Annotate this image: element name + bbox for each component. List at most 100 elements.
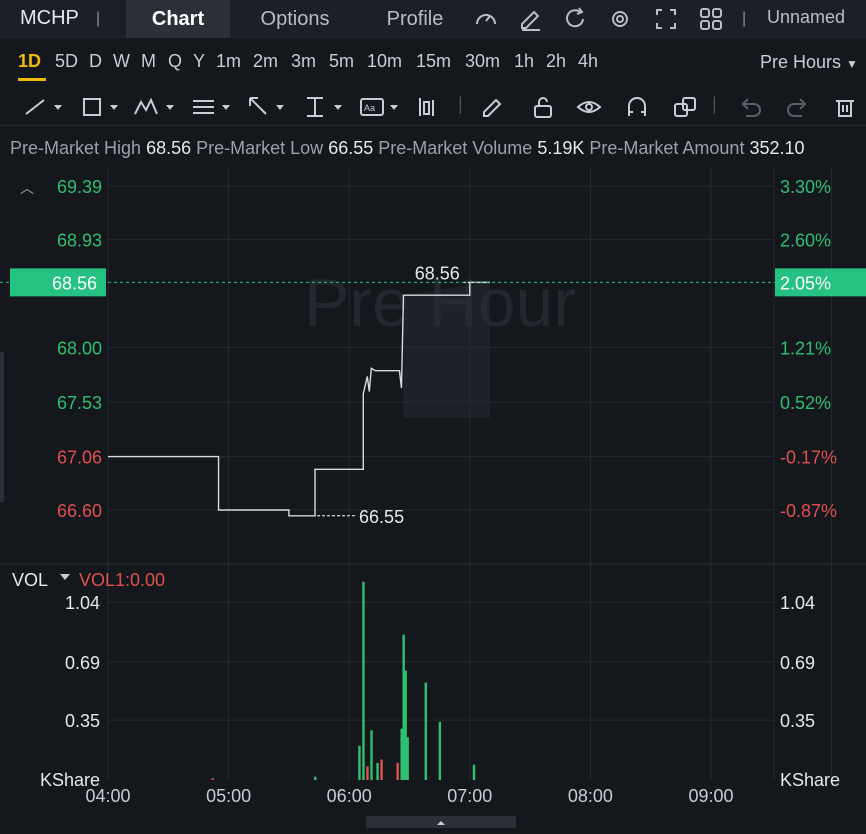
- tab-chart[interactable]: Chart: [126, 0, 230, 38]
- pre-market-amount-label: Pre-Market Amount: [589, 138, 745, 158]
- period-m[interactable]: M: [141, 51, 156, 72]
- high-marker-label: 68.56: [415, 263, 460, 283]
- time-tick-label: 09:00: [688, 786, 733, 806]
- volume-tick-label: 0.69: [65, 653, 100, 673]
- period-4h[interactable]: 4h: [578, 51, 598, 72]
- volume-bar: [472, 764, 476, 780]
- volume-bars: [211, 581, 476, 780]
- period-2h[interactable]: 2h: [546, 51, 566, 72]
- pattern-tool-icon[interactable]: [132, 94, 180, 120]
- volume-tick-label: 0.69: [780, 653, 815, 673]
- text-tool-icon[interactable]: Aa: [358, 94, 404, 120]
- eye-icon[interactable]: [576, 94, 602, 120]
- edit-icon[interactable]: [518, 6, 544, 32]
- tab-options[interactable]: Options: [240, 0, 350, 38]
- settings-icon[interactable]: [607, 6, 633, 32]
- divider: |: [96, 10, 101, 27]
- volume-bar: [376, 762, 379, 780]
- volume-bar: [358, 745, 361, 780]
- ticker-symbol[interactable]: MCHP: [20, 7, 79, 30]
- time-axis-labels: 04:00 05:00 06:00 07:00 08:00 09:00: [85, 786, 733, 806]
- period-5d[interactable]: 5D: [55, 51, 78, 72]
- period-w[interactable]: W: [113, 51, 130, 72]
- arrow-tool-icon[interactable]: [246, 94, 292, 120]
- divider: |: [742, 10, 747, 27]
- rectangle-tool-icon[interactable]: [80, 94, 124, 120]
- period-y[interactable]: Y: [193, 51, 205, 72]
- volume-tick-label: 0.35: [65, 711, 100, 731]
- redo-icon[interactable]: [784, 94, 810, 120]
- price-tick-label: 67.06: [57, 448, 102, 468]
- period-2m[interactable]: 2m: [253, 51, 278, 72]
- price-tick-label: 67.53: [57, 393, 102, 413]
- candlestick-tool-icon[interactable]: [414, 94, 440, 120]
- pre-market-summary: Pre-Market High 68.56 Pre-Market Low 66.…: [10, 138, 805, 159]
- tab-profile[interactable]: Profile: [370, 0, 460, 38]
- caret-down-icon: [60, 574, 70, 580]
- volume-bar: [370, 730, 373, 780]
- volume-legend-value: VOL1:0.00: [79, 570, 165, 590]
- period-1h[interactable]: 1h: [514, 51, 534, 72]
- last-price-badge-label: 68.56: [52, 273, 97, 293]
- price-tick-label: 68.93: [57, 230, 102, 250]
- price-tick-label: 68.00: [57, 338, 102, 358]
- volume-bar: [362, 581, 365, 780]
- time-tick-label: 06:00: [327, 786, 372, 806]
- period-1d[interactable]: 1D: [18, 51, 41, 72]
- pct-tick-label: -0.87%: [780, 501, 837, 521]
- volume-bar: [438, 721, 442, 780]
- pre-market-low-label: Pre-Market Low: [196, 138, 324, 158]
- volume-bar: [406, 737, 409, 780]
- panel-resize-handle[interactable]: [366, 816, 516, 828]
- volume-legend-name: VOL: [12, 570, 48, 590]
- layout-name[interactable]: Unnamed: [767, 7, 845, 28]
- svg-text:Aa: Aa: [364, 103, 375, 113]
- active-period-underline: [18, 78, 46, 81]
- refresh-icon[interactable]: [562, 6, 588, 32]
- price-area-fill: [403, 282, 490, 418]
- volume-tick-label: 0.35: [780, 711, 815, 731]
- period-d[interactable]: D: [89, 51, 102, 72]
- fullscreen-icon[interactable]: [653, 6, 679, 32]
- price-tick-label: 66.60: [57, 501, 102, 521]
- trend-line-tool-icon[interactable]: [22, 94, 66, 120]
- pre-market-high-label: Pre-Market High: [10, 138, 142, 158]
- fibonacci-tool-icon[interactable]: [190, 94, 236, 120]
- gauge-icon[interactable]: [473, 6, 499, 32]
- pct-tick-label: -0.17%: [780, 448, 837, 468]
- time-tick-label: 08:00: [568, 786, 613, 806]
- caret-down-icon: ▼: [846, 57, 858, 71]
- volume-bar: [424, 682, 427, 780]
- magnet-icon[interactable]: [624, 94, 650, 120]
- period-10m[interactable]: 10m: [367, 51, 402, 72]
- period-30m[interactable]: 30m: [465, 51, 500, 72]
- copy-icon[interactable]: [672, 94, 698, 120]
- volume-bar: [314, 776, 317, 780]
- undo-icon[interactable]: [738, 94, 764, 120]
- pct-tick-label: 2.60%: [780, 230, 831, 250]
- last-pct-badge-label: 2.05%: [780, 273, 831, 293]
- volume-bar: [380, 759, 383, 780]
- trash-icon[interactable]: [832, 94, 858, 120]
- pencil-icon[interactable]: [480, 94, 506, 120]
- drawing-toolbar: Aa | |: [0, 88, 866, 126]
- divider: |: [712, 94, 717, 114]
- session-select[interactable]: Pre Hours ▼: [760, 52, 858, 73]
- measure-tool-icon[interactable]: [302, 94, 348, 120]
- volume-grid: [108, 601, 774, 721]
- pre-market-volume-value: 5.19K: [537, 138, 585, 158]
- period-5m[interactable]: 5m: [329, 51, 354, 72]
- period-q[interactable]: Q: [168, 51, 182, 72]
- pct-tick-label: 0.52%: [780, 393, 831, 413]
- unlock-icon[interactable]: [530, 94, 556, 120]
- low-marker-label: 66.55: [359, 507, 404, 527]
- pre-market-low-value: 66.55: [328, 138, 374, 158]
- period-15m[interactable]: 15m: [416, 51, 451, 72]
- session-select-label: Pre Hours: [760, 52, 842, 72]
- layout-grid-icon[interactable]: [698, 6, 724, 32]
- price-volume-chart[interactable]: Pre Hour 69.39 3.30%68.93 2.60%68.00 1.21%6…: [0, 168, 866, 816]
- period-1m[interactable]: 1m: [216, 51, 241, 72]
- pct-tick-label: 1.21%: [780, 338, 831, 358]
- period-3m[interactable]: 3m: [291, 51, 316, 72]
- volume-bar: [396, 762, 399, 780]
